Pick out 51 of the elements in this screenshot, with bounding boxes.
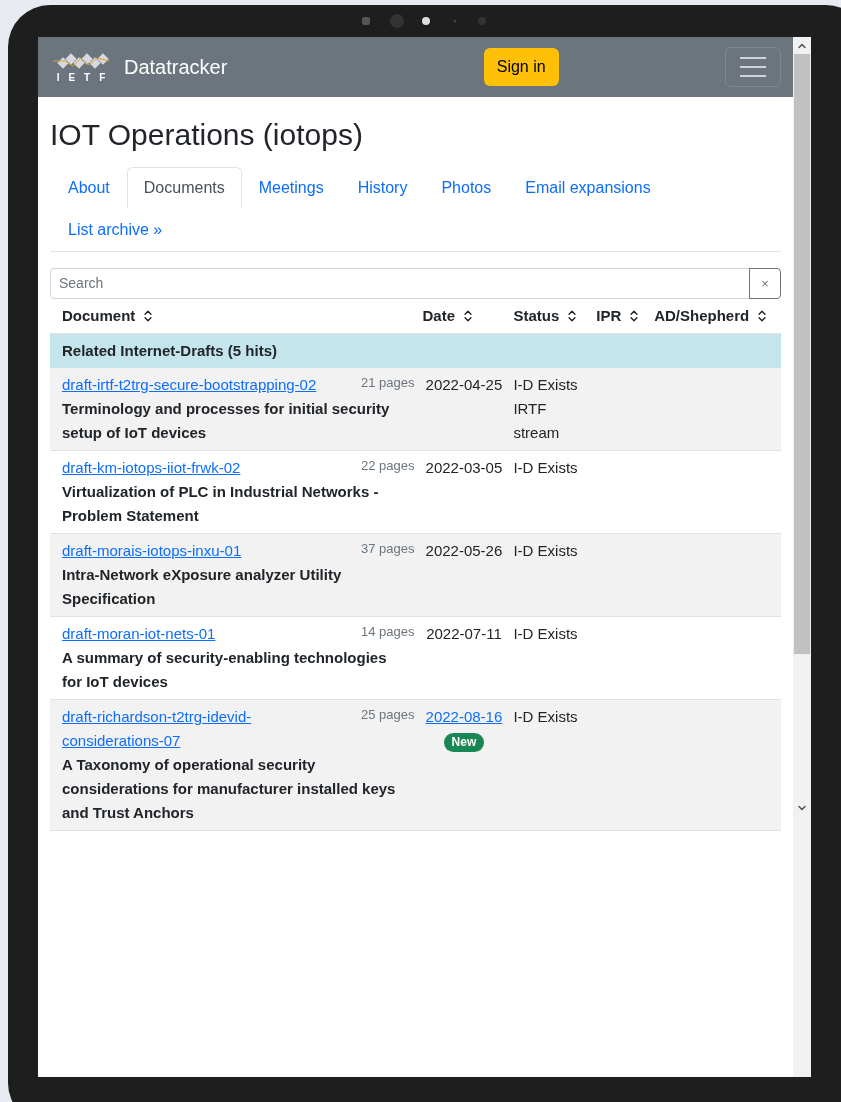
status-text: I-D Exists: [513, 458, 579, 478]
column-header[interactable]: Status: [513, 304, 560, 328]
document-title: A Taxonomy of operational security considerations for manufacturer installed keys and Trust Anchors: [62, 755, 397, 823]
sort-icon[interactable]: [461, 309, 475, 323]
date-text: 2022-05-26: [425, 541, 503, 561]
tab[interactable]: History: [340, 167, 425, 209]
document-title: Terminology and processes for initial security setup of IoT devices: [62, 399, 391, 443]
page-count: 22 pages: [360, 457, 415, 475]
document-link[interactable]: draft-km-iotops-iiot-frwk-02: [62, 456, 355, 480]
document-title: Intra-Network eXposure analyzer Utility Specification: [62, 565, 343, 609]
page-count: 21 pages: [360, 374, 415, 392]
date-link[interactable]: 2022-08-16: [425, 705, 503, 729]
document-link[interactable]: draft-richardson-t2trg-idevid-considerations-07: [62, 705, 355, 753]
page-count: 25 pages: [360, 706, 415, 724]
scrollbar[interactable]: [793, 37, 811, 1077]
tab[interactable]: Documents: [126, 167, 242, 209]
logo-icon: [51, 51, 111, 70]
column-header[interactable]: IPR: [596, 304, 622, 328]
date-text: 2022-07-11: [426, 624, 502, 644]
document-link[interactable]: draft-morais-iotops-inxu-01: [62, 539, 355, 563]
new-badge: New: [443, 733, 485, 752]
sign-in-button[interactable]: Sign in: [483, 48, 559, 86]
document-title: A summary of security-enabling technologies for IoT devices: [62, 648, 388, 692]
menu-button[interactable]: [725, 47, 781, 87]
date-text: 2022-03-05: [425, 458, 503, 478]
page-count: 37 pages: [360, 540, 415, 558]
document-title: Virtualization of PLC in Industrial Networks - Problem Statement: [62, 482, 380, 526]
column-header[interactable]: Document: [62, 304, 136, 328]
status-text: I-D Exists: [513, 541, 579, 561]
tab[interactable]: List archive »: [51, 209, 180, 251]
page-count: 14 pages: [360, 623, 415, 641]
brand-name[interactable]: Datatracker: [124, 52, 228, 82]
tab[interactable]: Photos: [424, 167, 509, 209]
column-header[interactable]: AD/Shepherd: [654, 304, 750, 328]
status-text: I-D Exists: [513, 707, 579, 727]
tab[interactable]: About: [51, 167, 127, 209]
date-text: 2022-04-25: [425, 375, 503, 395]
page-title: IOT Operations (iotops): [50, 117, 364, 153]
document-link[interactable]: draft-moran-iot-nets-01: [62, 622, 355, 646]
tab[interactable]: Meetings: [241, 167, 341, 209]
clear-button[interactable]: ×: [749, 268, 781, 299]
status-text: I-D Exists: [513, 624, 579, 644]
logo-text: IETF: [55, 72, 115, 83]
tab[interactable]: Email expansions: [508, 167, 668, 209]
document-link[interactable]: draft-irtf-t2trg-secure-bootstrapping-02: [62, 373, 355, 397]
menu-icon: [739, 56, 767, 78]
search-field[interactable]: Search: [50, 268, 750, 299]
scrollbar-thumb[interactable]: [794, 54, 810, 654]
column-header[interactable]: Date: [422, 304, 455, 328]
status-text: I-D Exists IRTF stream: [513, 375, 579, 443]
group-header: Related Internet-Drafts (5 hits): [50, 334, 781, 368]
